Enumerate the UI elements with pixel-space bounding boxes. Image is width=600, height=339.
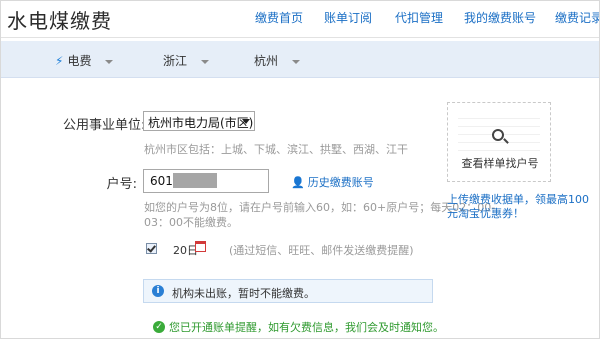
chevron-down-icon — [105, 59, 114, 64]
nav-payment-records[interactable]: 缴费记录 — [555, 9, 599, 26]
calendar-icon[interactable] — [195, 241, 206, 252]
page-frame: 水电煤缴费 缴费首页 账单订阅 代扣管理 我的缴费账号 缴费记录 ⚡ 电费 浙江 … — [0, 0, 600, 339]
unit-hint: 杭州市区包括：上城、下城、滨江、拱墅、西湖、江干 — [144, 143, 408, 156]
info-notice: i 机构未出账，暂时不能缴费。 — [143, 279, 433, 303]
city-dropdown[interactable]: 杭州 — [254, 52, 301, 69]
sample-bill-link[interactable]: 查看样单找户号 — [447, 102, 551, 182]
city-label: 杭州 — [254, 54, 279, 68]
success-message: 您已开通账单提醒，如有欠费信息，我们会及时通知您。 — [169, 321, 444, 334]
person-icon: 👤 — [291, 176, 305, 189]
dropdown-arrow-icon — [242, 119, 250, 124]
account-input-value: 601 — [150, 174, 173, 188]
unit-label: 公用事业单位: — [63, 118, 146, 133]
nav-my-accounts[interactable]: 我的缴费账号 — [464, 9, 536, 26]
unit-select-value: 杭州市电力局(市区) — [148, 116, 254, 130]
category-dropdown[interactable]: ⚡ 电费 — [55, 52, 114, 69]
magnifier-icon — [492, 129, 504, 141]
province-label: 浙江 — [163, 54, 188, 68]
nav-auto-pay[interactable]: 代扣管理 — [395, 9, 443, 26]
province-dropdown[interactable]: 浙江 — [163, 52, 210, 69]
check-circle-icon: ✓ — [153, 321, 165, 333]
history-accounts-label: 历史缴费账号 — [307, 176, 374, 189]
account-label: 户号: — [106, 177, 137, 192]
lightning-icon: ⚡ — [55, 54, 64, 68]
redaction-block — [173, 173, 217, 188]
chevron-down-icon — [292, 59, 301, 64]
account-hint-line1: 如您的户号为8位，请在户号前输入60，如：60+原户号；每天02：00- — [144, 201, 496, 214]
top-nav: 缴费首页 账单订阅 代扣管理 我的缴费账号 缴费记录 — [1, 9, 599, 29]
unit-select[interactable]: 杭州市电力局(市区) — [143, 111, 255, 131]
info-message: 机构未出账，暂时不能缴费。 — [172, 287, 315, 300]
reminder-hint: (通过短信、旺旺、邮件发送缴费提醒) — [229, 244, 414, 257]
category-bar: ⚡ 电费 浙江 杭州 — [1, 41, 599, 78]
history-accounts-link[interactable]: 👤 历史缴费账号 — [291, 174, 374, 190]
account-hint-line2: 03：00不能缴费。 — [144, 216, 238, 229]
nav-bill-subscribe[interactable]: 账单订阅 — [324, 9, 372, 26]
nav-home[interactable]: 缴费首页 — [255, 9, 303, 26]
sample-bill-caption: 查看样单找户号 — [461, 157, 539, 170]
promo-link[interactable]: 上传缴费收据单，领最高100元淘宝优惠券！ — [447, 193, 597, 221]
success-notice: ✓ 您已开通账单提醒，如有欠费信息，我们会及时通知您。 — [153, 319, 444, 335]
category-label: 电费 — [67, 54, 92, 68]
chevron-down-icon — [201, 59, 210, 64]
reminder-checkbox[interactable] — [146, 243, 157, 254]
info-icon: i — [152, 285, 164, 297]
top-header: 水电煤缴费 缴费首页 账单订阅 代扣管理 我的缴费账号 缴费记录 — [1, 1, 599, 38]
